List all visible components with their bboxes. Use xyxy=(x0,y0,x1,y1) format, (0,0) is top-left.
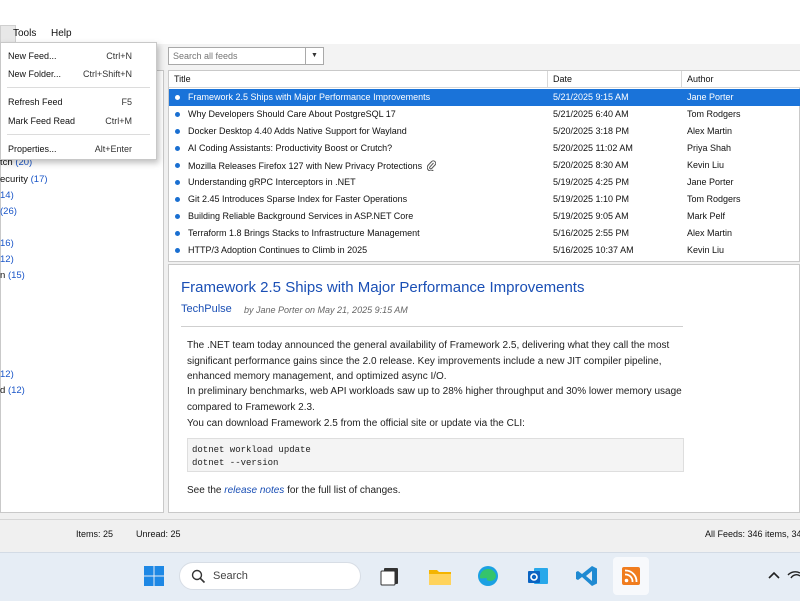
rss-reader-icon[interactable] xyxy=(617,562,645,590)
column-header-date[interactable]: Date xyxy=(548,71,682,88)
article-title[interactable]: Framework 2.5 Ships with Major Performan… xyxy=(181,279,584,296)
menu-item-properties[interactable]: Properties... Alt+Enter xyxy=(1,141,156,157)
caret-down-icon: ▼ xyxy=(311,52,318,59)
attachment-icon xyxy=(427,160,437,171)
taskbar-search-label: Search xyxy=(213,570,248,582)
status-bar: Items: 25 Unread: 25 All Feeds: 346 item… xyxy=(0,519,800,548)
unread-dot-icon xyxy=(175,112,180,117)
tree-item[interactable]: 12) xyxy=(0,254,14,265)
menu-item-refresh-feed[interactable]: Refresh Feed F5 xyxy=(1,94,156,110)
column-header-author[interactable]: Author xyxy=(682,71,800,88)
menu-separator xyxy=(7,87,150,88)
code-line: dotnet workload update xyxy=(192,445,311,455)
list-row[interactable]: Mozilla Releases Firefox 127 with New Pr… xyxy=(169,157,800,174)
list-row[interactable]: Understanding gRPC Interceptors in .NET 5… xyxy=(169,174,800,191)
article-source-link[interactable]: TechPulse xyxy=(181,303,232,315)
chevron-up-icon[interactable] xyxy=(760,562,788,590)
unread-dot-icon xyxy=(175,129,180,134)
status-all-feeds: All Feeds: 346 items, 346 u xyxy=(705,529,800,539)
task-view-icon[interactable] xyxy=(377,562,405,590)
code-line: dotnet --version xyxy=(192,458,279,468)
menu-tools[interactable]: Tools xyxy=(13,28,36,39)
tree-item[interactable]: ecurity (17) xyxy=(0,174,48,185)
list-row[interactable]: Docker Desktop 4.40 Adds Native Support … xyxy=(169,123,800,140)
tree-item[interactable]: n (15) xyxy=(0,270,25,281)
tree-item[interactable]: 16) xyxy=(0,238,14,249)
menu-item-new-folder[interactable]: New Folder... Ctrl+Shift+N xyxy=(1,66,156,82)
outlook-icon[interactable] xyxy=(524,562,552,590)
unread-dot-icon xyxy=(175,95,180,100)
search-icon xyxy=(191,569,206,584)
taskbar-search[interactable]: Search xyxy=(179,562,361,590)
unread-dot-icon xyxy=(175,146,180,151)
search-input[interactable] xyxy=(169,48,308,64)
divider xyxy=(181,326,683,327)
windows-start-icon[interactable] xyxy=(140,562,168,590)
tree-item[interactable]: 12) xyxy=(0,369,14,380)
file-menu-dropdown: New Feed... Ctrl+N New Folder... Ctrl+Shif… xyxy=(0,42,157,160)
tree-item[interactable]: d (12) xyxy=(0,385,25,396)
list-row[interactable]: Git 2.45 Introduces Sparse Index for Fas… xyxy=(169,191,800,208)
unread-dot-icon xyxy=(175,180,180,185)
unread-dot-icon xyxy=(175,248,180,253)
list-row[interactable]: HTTP/3 Adoption Continues to Climb in 20… xyxy=(169,242,800,259)
search-box[interactable]: ▼ xyxy=(168,47,324,65)
article-byline: by Jane Porter on May 21, 2025 9:15 AM xyxy=(244,305,408,315)
code-block: dotnet workload update dotnet --version xyxy=(187,438,684,472)
menu-item-new-feed[interactable]: New Feed... Ctrl+N xyxy=(1,48,156,64)
vscode-icon[interactable] xyxy=(573,562,601,590)
unread-dot-icon xyxy=(175,231,180,236)
article-closing: See the release notes for the full list … xyxy=(187,485,401,496)
list-row[interactable]: AI Coding Assistants: Productivity Boost… xyxy=(169,140,800,157)
unread-dot-icon xyxy=(175,214,180,219)
unread-dot-icon xyxy=(175,163,180,168)
wifi-icon[interactable] xyxy=(786,562,800,590)
search-dropdown-button[interactable]: ▼ xyxy=(305,48,323,64)
edge-browser-icon[interactable] xyxy=(474,562,502,590)
tree-item[interactable]: 14) xyxy=(0,190,14,201)
unread-dot-icon xyxy=(175,197,180,202)
article-paragraph: In preliminary benchmarks, web API workl… xyxy=(187,386,682,413)
release-notes-link[interactable]: release notes xyxy=(224,485,284,496)
column-header-title[interactable]: Title xyxy=(169,71,548,88)
window-top-strip xyxy=(0,0,800,24)
article-paragraph: The .NET team today announced the genera… xyxy=(187,340,670,382)
status-items: Items: 25 xyxy=(76,529,114,539)
list-row[interactable]: Terraform 1.8 Brings Stacks to Infrastru… xyxy=(169,225,800,242)
menu-help[interactable]: Help xyxy=(51,28,72,39)
list-row[interactable]: Why Developers Should Care About Postgre… xyxy=(169,106,800,123)
file-explorer-icon[interactable] xyxy=(426,562,454,590)
list-row[interactable]: Building Reliable Background Services in… xyxy=(169,208,800,225)
menu-item-mark-feed-read[interactable]: Mark Feed Read Ctrl+M xyxy=(1,113,156,129)
list-row-selected[interactable]: Framework 2.5 Ships with Major Performan… xyxy=(169,89,800,106)
tree-item[interactable]: (26) xyxy=(0,206,17,217)
status-unread: Unread: 25 xyxy=(136,529,181,539)
menu-separator xyxy=(7,134,150,135)
article-paragraph: You can download Framework 2.5 from the … xyxy=(187,418,525,429)
article-list[interactable]: Title Date Author Framework 2.5 Ships wi… xyxy=(168,70,800,262)
